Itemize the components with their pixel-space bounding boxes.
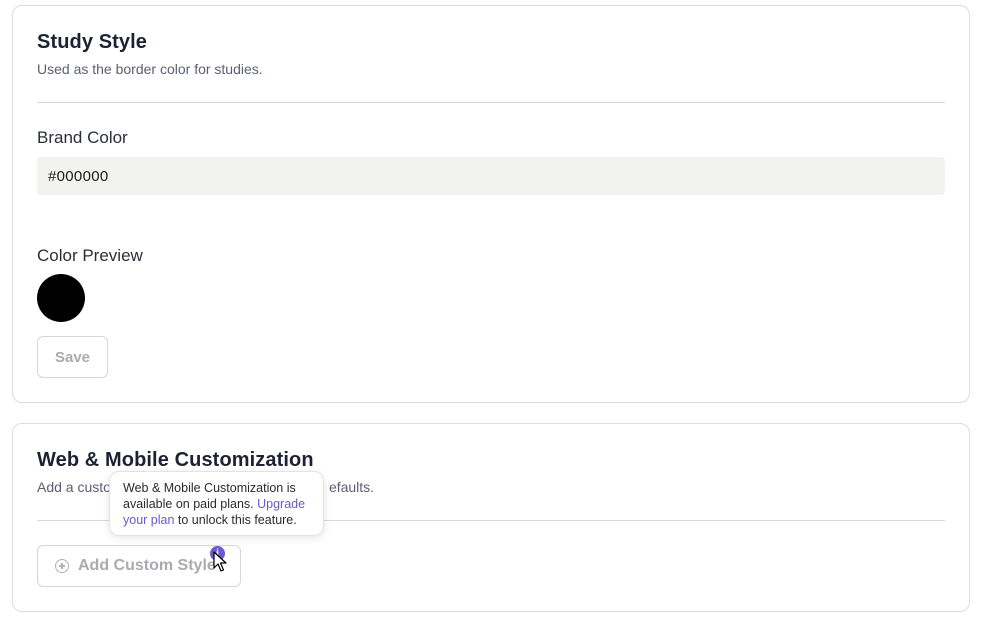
upgrade-tooltip: Web & Mobile Customization is available … [109,471,324,536]
study-style-description: Used as the border color for studies. [37,61,263,77]
add-custom-style-label: Add Custom Style [78,557,216,574]
study-style-title: Study Style [37,31,148,53]
color-preview-swatch [37,274,85,322]
web-mobile-description-start: Add a custo [37,479,111,495]
plus-circle-icon [55,559,69,573]
pointer-cursor-icon [213,551,227,572]
save-button[interactable]: Save [37,336,108,378]
section-divider [37,102,945,103]
tooltip-text-after: to unlock this feature. [174,513,297,527]
color-preview-label: Color Preview [37,246,143,265]
web-mobile-description-end: efaults. [328,479,375,495]
study-style-card: Study Style Used as the border color for… [12,5,970,403]
brand-color-input[interactable]: #000000 [37,157,945,195]
web-mobile-title: Web & Mobile Customization [37,449,314,471]
brand-color-label: Brand Color [37,128,128,147]
